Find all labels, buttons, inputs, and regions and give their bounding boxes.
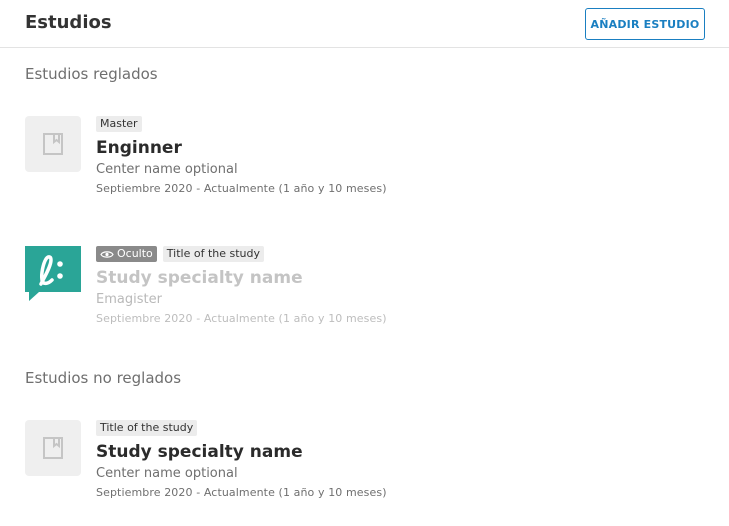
book-icon [43,437,63,459]
page-header: Estudios AÑADIR ESTUDIO [0,0,729,48]
study-name: Enginner [96,138,182,158]
study-dates: Septiembre 2020 - Actualmente (1 año y 1… [96,182,387,195]
study-info: Title of the study Study specialty name … [96,420,387,501]
hidden-badge: Oculto [96,246,157,262]
study-name: Study specialty name [96,442,303,462]
study-dates: Septiembre 2020 - Actualmente (1 año y 1… [96,486,387,499]
study-info: Oculto Title of the study Study specialt… [96,246,387,327]
eye-icon [100,250,114,258]
study-info: Master Enginner Center name optional Sep… [96,116,387,197]
page-title: Estudios [25,12,112,33]
section-title-non-regulated: Estudios no reglados [25,369,182,387]
study-type-tag: Title of the study [96,420,198,436]
study-tags: Title of the study [96,420,387,436]
study-logo [25,246,81,302]
section-title-regulated: Estudios reglados [25,65,158,83]
study-center: Emagister [96,292,162,307]
study-item[interactable]: Master Enginner Center name optional Sep… [25,116,705,206]
study-item[interactable]: Oculto Title of the study Study specialt… [25,246,705,336]
hidden-badge-label: Oculto [117,247,153,260]
study-logo-placeholder [25,116,81,172]
study-center: Center name optional [96,162,238,177]
study-center: Center name optional [96,466,238,481]
study-name: Study specialty name [96,268,303,288]
study-type-tag: Master [96,116,142,132]
emagister-logo [25,246,81,301]
study-dates: Septiembre 2020 - Actualmente (1 año y 1… [96,312,387,325]
book-icon [43,133,63,155]
study-item[interactable]: Title of the study Study specialty name … [25,420,705,510]
study-tags: Master [96,116,387,132]
add-study-button[interactable]: AÑADIR ESTUDIO [585,8,705,40]
study-tags: Oculto Title of the study [96,246,387,262]
study-type-tag: Title of the study [162,246,265,262]
study-logo-placeholder [25,420,81,476]
